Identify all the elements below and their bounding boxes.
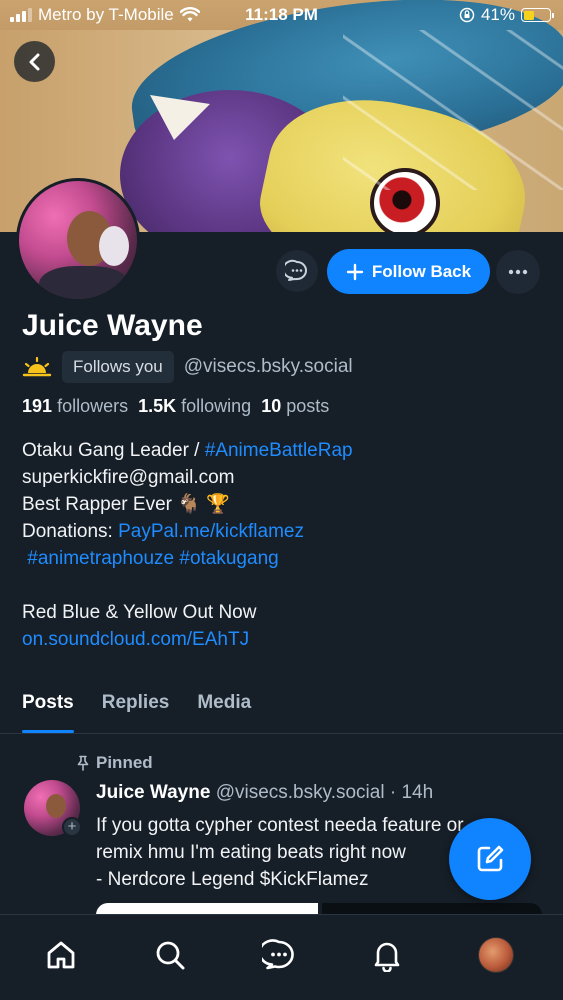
following-stat[interactable]: 1.5K following	[138, 396, 251, 417]
compose-button[interactable]	[449, 818, 531, 900]
chat-icon	[262, 939, 294, 970]
followers-count: 191	[22, 396, 53, 416]
handle-row: Follows you @visecs.bsky.social	[22, 351, 353, 383]
profile-handle: @visecs.bsky.social	[183, 356, 353, 377]
bio-text: Best Rapper Ever	[22, 494, 178, 515]
wifi-icon	[179, 7, 200, 22]
follows-you-badge: Follows you	[62, 351, 174, 383]
sun-icon	[22, 356, 52, 377]
signal-icon	[10, 8, 32, 22]
posts-label: posts	[286, 396, 330, 416]
tab-posts[interactable]: Posts	[0, 688, 88, 733]
followers-label: followers	[57, 396, 129, 416]
ellipsis-icon	[508, 269, 528, 275]
bio-hashtag-link[interactable]: #AnimeBattleRap	[205, 440, 353, 461]
followers-stat[interactable]: 191 followers	[22, 396, 128, 417]
profile-avatar[interactable]	[16, 178, 140, 302]
bio-text: Red Blue & Yellow Out Now	[22, 602, 257, 623]
chat-bubble-icon	[285, 259, 307, 281]
status-bar: Metro by T-Mobile 11:18 PM 41%	[0, 0, 563, 30]
battery-icon	[521, 8, 554, 22]
display-name: Juice Wayne	[22, 309, 203, 342]
bio-text: Donations:	[22, 521, 119, 542]
bio-hashtag-link[interactable]: #otakugang	[179, 548, 278, 569]
profile-bio: Otaku Gang Leader / #AnimeBattleRap supe…	[22, 437, 353, 653]
follow-back-label: Follow Back	[371, 261, 472, 281]
post-author-handle: @visecs.bsky.social	[215, 782, 385, 803]
status-right: 41%	[459, 5, 554, 25]
tab-replies[interactable]: Replies	[88, 688, 184, 732]
pin-icon	[77, 755, 89, 771]
follow-plus-icon[interactable]: +	[62, 817, 82, 837]
home-icon	[47, 941, 75, 969]
bio-email: superkickfire@gmail.com	[22, 467, 235, 488]
message-button[interactable]	[276, 250, 318, 292]
back-button[interactable]	[14, 41, 55, 82]
more-options-button[interactable]	[496, 250, 540, 294]
tab-media[interactable]: Media	[183, 688, 265, 732]
posts-stat: 10 posts	[261, 396, 329, 417]
paypal-link[interactable]: PayPal.me/kickflamez	[118, 521, 304, 542]
post-time: 14h	[401, 782, 434, 803]
goat-trophy-emoji: 🐐 🏆	[177, 494, 230, 515]
bell-icon	[374, 942, 400, 972]
chevron-left-icon	[29, 53, 39, 70]
follow-back-button[interactable]: Follow Back	[327, 249, 490, 294]
nav-home[interactable]	[41, 935, 81, 975]
profile-avatar	[478, 937, 514, 973]
pinned-indicator: Pinned	[76, 753, 153, 773]
profile-stats: 191 followers 1.5K following 10 posts	[22, 396, 329, 417]
post-author-name[interactable]: Juice Wayne	[96, 782, 210, 803]
nav-chat[interactable]	[259, 935, 299, 975]
post-separator: ·	[384, 782, 402, 803]
posts-count: 10	[261, 396, 282, 416]
pinned-label: Pinned	[96, 753, 153, 772]
nav-notifications[interactable]	[367, 935, 407, 975]
nav-profile[interactable]	[476, 935, 516, 975]
bio-text: Otaku Gang Leader /	[22, 440, 205, 461]
battery-fill	[523, 10, 534, 20]
battery-percent: 41%	[480, 5, 515, 24]
bio-hashtag-link[interactable]: #animetraphouze	[27, 548, 174, 569]
plus-icon	[346, 263, 364, 280]
search-icon	[156, 941, 185, 970]
post-header: Juice Wayne @visecs.bsky.social · 14h	[96, 782, 433, 804]
carrier-label: Metro by T-Mobile	[38, 5, 174, 24]
profile-tabs: Posts Replies Media	[0, 688, 563, 734]
following-count: 1.5K	[138, 396, 177, 416]
bottom-navigation	[0, 914, 563, 1000]
nav-search[interactable]	[150, 935, 190, 975]
soundcloud-link[interactable]: on.soundcloud.com/EAhTJ	[22, 629, 249, 650]
compose-icon	[477, 845, 504, 872]
status-left: Metro by T-Mobile	[10, 5, 200, 25]
following-label: following	[181, 396, 252, 416]
orientation-lock-icon	[459, 7, 475, 23]
